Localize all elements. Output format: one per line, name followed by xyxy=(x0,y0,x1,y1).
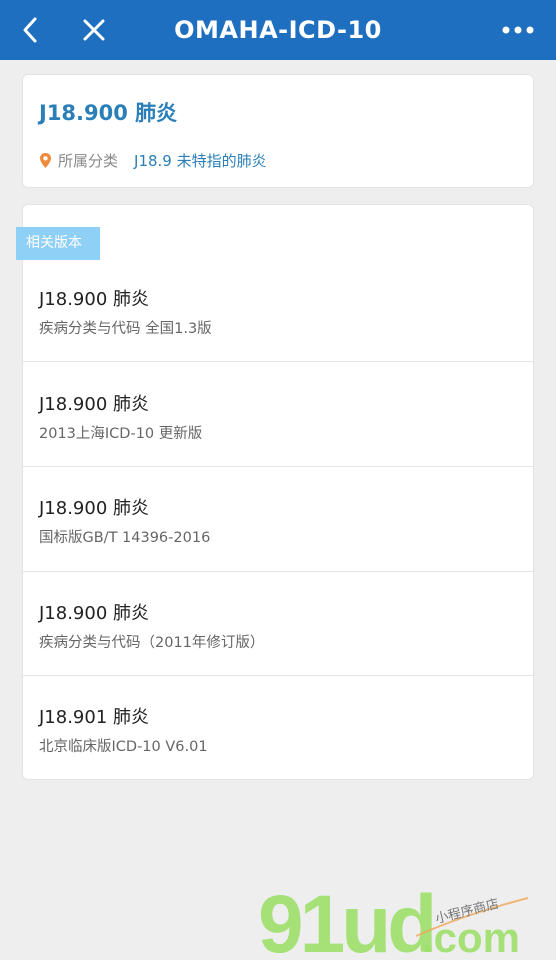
back-chevron-icon xyxy=(23,17,37,43)
version-item[interactable]: J18.900 肺炎 疾病分类与代码（2011年修订版） xyxy=(23,571,533,676)
version-subtitle: 北京临床版ICD-10 V6.01 xyxy=(39,739,208,755)
location-pin-icon xyxy=(40,153,51,168)
entry-code-title: J18.900 肺炎 xyxy=(39,101,178,125)
version-subtitle: 国标版GB/T 14396-2016 xyxy=(39,530,211,546)
watermark-graphic: 91ud .com 小程序商店 xyxy=(258,879,529,960)
version-item[interactable]: J18.900 肺炎 国标版GB/T 14396-2016 xyxy=(23,466,533,571)
category-link[interactable]: J18.9 未特指的肺炎 xyxy=(134,150,267,171)
version-subtitle: 2013上海ICD-10 更新版 xyxy=(39,426,203,442)
versions-card: 相关版本 J18.900 肺炎 疾病分类与代码 全国1.3版 J18.900 肺… xyxy=(16,204,534,780)
category-row: 所属分类 J18.9 未特指的肺炎 xyxy=(39,150,267,171)
entry-card: J18.900 肺炎 所属分类 J18.9 未特指的肺炎 xyxy=(22,74,534,188)
more-button[interactable] xyxy=(488,0,548,60)
version-subtitle: 疾病分类与代码（2011年修订版） xyxy=(39,635,265,651)
version-title: J18.900 肺炎 xyxy=(39,289,150,310)
version-item[interactable]: J18.901 肺炎 北京临床版ICD-10 V6.01 xyxy=(23,675,533,780)
version-item[interactable]: J18.900 肺炎 疾病分类与代码 全国1.3版 xyxy=(23,257,533,362)
version-subtitle: 疾病分类与代码 全国1.3版 xyxy=(39,321,212,337)
version-title: J18.900 肺炎 xyxy=(39,394,150,415)
close-icon xyxy=(83,19,105,41)
back-button[interactable] xyxy=(0,0,60,60)
svg-text:91ud: 91ud xyxy=(258,880,433,960)
watermark-logo: 91ud .com 小程序商店 xyxy=(256,879,536,960)
version-item[interactable]: J18.900 肺炎 2013上海ICD-10 更新版 xyxy=(23,362,533,467)
version-title: J18.901 肺炎 xyxy=(39,707,150,728)
section-tag: 相关版本 xyxy=(16,227,100,260)
category-label: 所属分类 xyxy=(58,152,119,170)
nav-bar: OMAHA-ICD-10 xyxy=(0,0,556,60)
more-dots-icon xyxy=(502,26,534,34)
close-button[interactable] xyxy=(64,0,124,60)
version-title: J18.900 肺炎 xyxy=(39,498,150,519)
version-title: J18.900 肺炎 xyxy=(39,603,150,624)
